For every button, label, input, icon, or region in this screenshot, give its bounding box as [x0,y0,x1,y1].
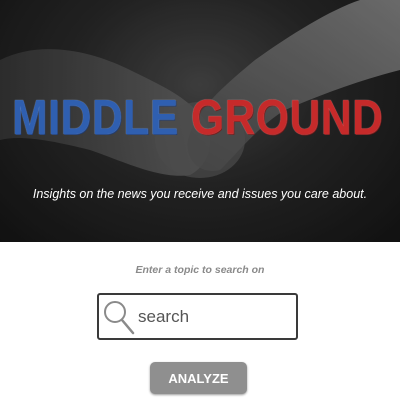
search-box[interactable] [97,293,298,340]
hero-banner: MIDDLE GROUND Insights on the news you r… [0,0,400,242]
analyze-button[interactable]: ANALYZE [150,362,247,394]
logo-word-middle: MIDDLE [12,91,180,145]
tagline: Insights on the news you receive and iss… [32,187,368,201]
logo-word-ground: GROUND [191,91,384,145]
search-prompt: Enter a topic to search on [135,264,265,276]
site-logo: MIDDLE GROUND [0,88,400,148]
search-input[interactable] [138,306,288,327]
search-icon [104,300,135,334]
